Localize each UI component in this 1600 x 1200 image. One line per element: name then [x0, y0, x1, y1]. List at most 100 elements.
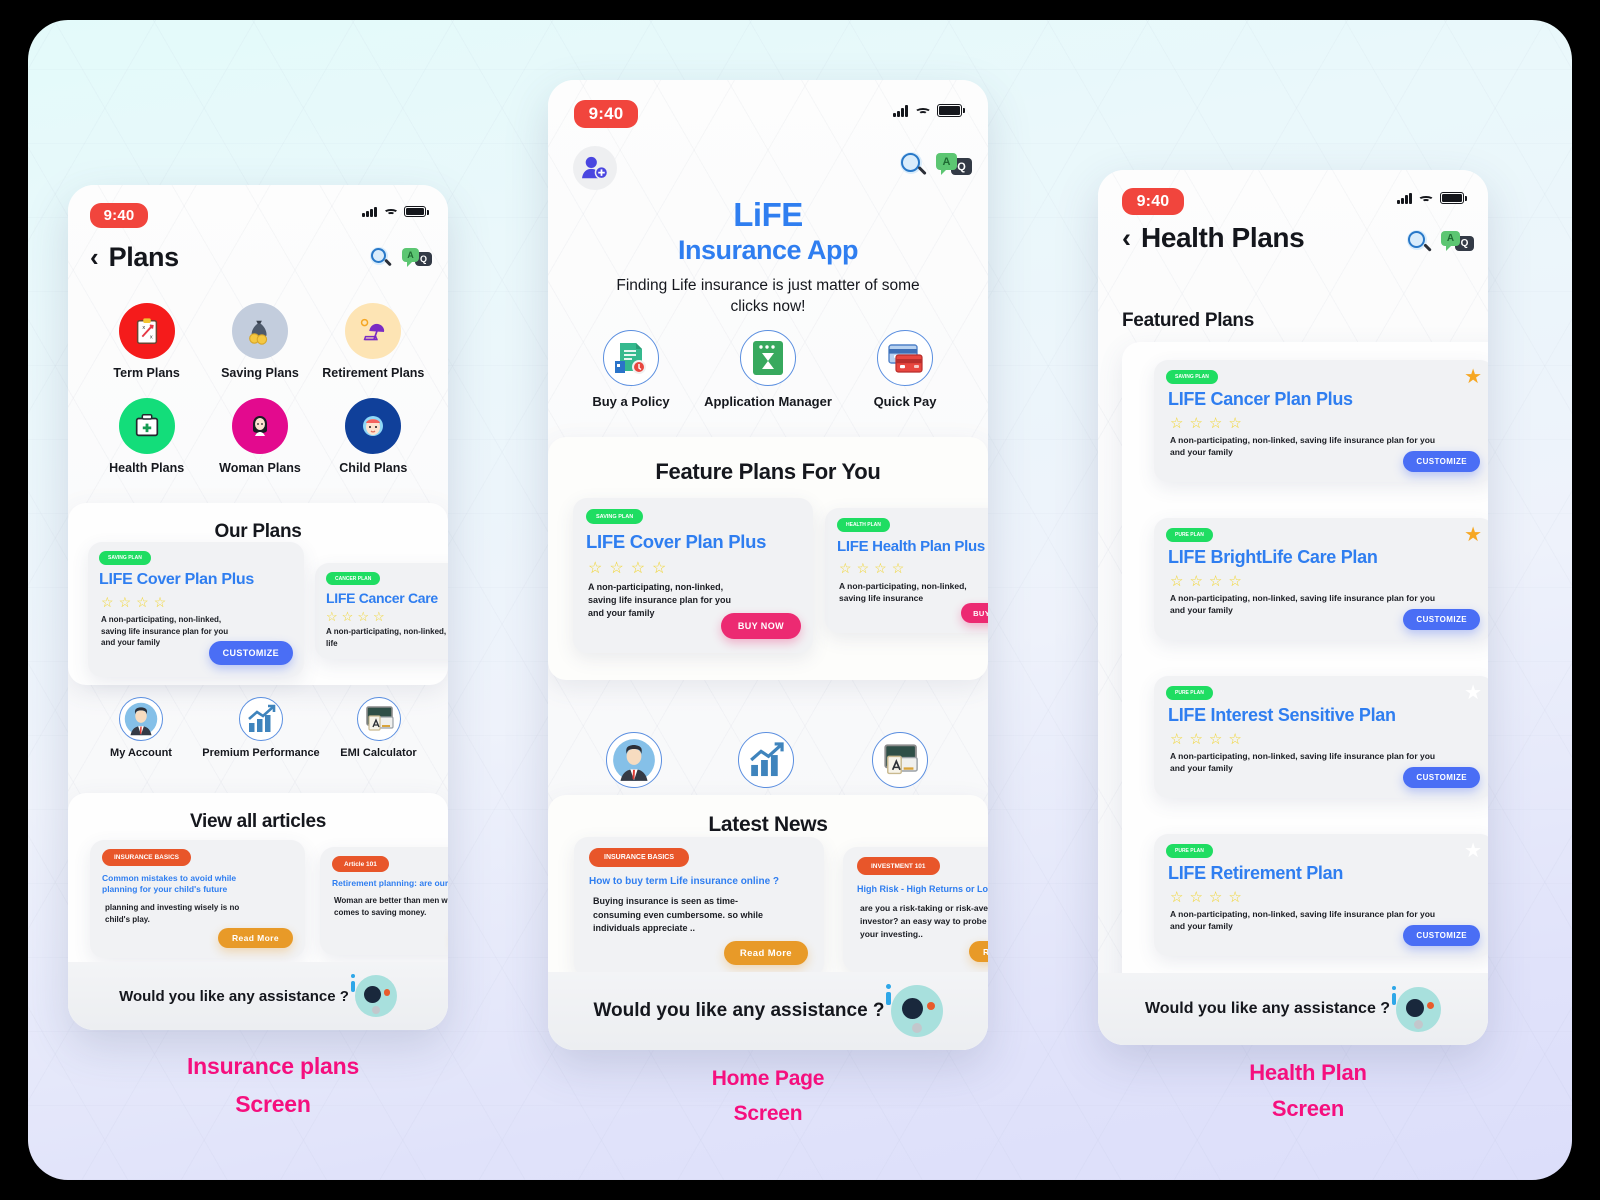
- star-icon: ☆: [891, 560, 905, 576]
- rating-stars: ☆ ☆ ☆ ☆: [101, 594, 166, 611]
- rating-stars: ☆ ☆ ☆ ☆: [1170, 414, 1242, 432]
- quick-actions: My Account Premium Performance EMI Calcu…: [86, 697, 431, 759]
- plan-category-health[interactable]: Health Plans: [90, 398, 203, 475]
- rating-stars: ☆ ☆ ☆ ☆: [1170, 888, 1242, 906]
- chat-translate-icon[interactable]: Q A: [402, 248, 432, 270]
- screen-header: ‹ Plans: [90, 242, 179, 273]
- buy-now-button[interactable]: BUY NOW: [961, 603, 988, 623]
- rating-stars: ☆ ☆ ☆ ☆: [1170, 572, 1242, 590]
- favorite-star-icon[interactable]: ★: [1464, 680, 1482, 705]
- featured-plans-title: Featured Plans: [1122, 310, 1255, 331]
- star-icon: ☆: [118, 594, 132, 610]
- plan-category-child[interactable]: Child Plans: [317, 398, 430, 475]
- phone-health-plan: 9:40 ‹ Health Plans Q A Featured Plans S…: [1098, 170, 1488, 1045]
- read-more-button[interactable]: Read More: [217, 928, 293, 948]
- top-action-buy-policy[interactable]: Buy a Policy: [576, 330, 686, 409]
- back-button[interactable]: ‹: [1122, 223, 1131, 254]
- plan-card-cover-plan-plus[interactable]: SAVING PLAN LIFE Cover Plan Plus ☆ ☆ ☆ ☆…: [88, 542, 304, 677]
- star-icon: ☆: [1170, 889, 1184, 906]
- customize-button[interactable]: CUSTOMIZE: [1403, 767, 1480, 788]
- favorite-star-icon[interactable]: ★: [1464, 364, 1482, 389]
- user-avatar-icon: [606, 732, 662, 788]
- status-time: 9:40: [90, 203, 148, 228]
- customize-button[interactable]: CUSTOMIZE: [208, 641, 293, 665]
- assistance-bar[interactable]: Would you like any assistance ?: [68, 962, 448, 1030]
- search-icon[interactable]: [900, 152, 928, 180]
- favorite-star-icon[interactable]: ★: [1464, 522, 1482, 547]
- plan-category-retirement[interactable]: Retirement Plans: [317, 303, 430, 380]
- news-card-how-to-buy[interactable]: INSURANCE BASICS How to buy term Life in…: [574, 837, 824, 977]
- status-time: 9:40: [1122, 188, 1184, 215]
- wifi-icon: [383, 206, 398, 217]
- caption-line-2: Screen: [733, 1101, 803, 1125]
- customize-button[interactable]: CUSTOMIZE: [1403, 451, 1480, 472]
- health-plan-card-cancer-plan-plus[interactable]: SAVING PLAN ★ LIFE Cancer Plan Plus ☆ ☆ …: [1154, 360, 1488, 482]
- star-icon: ☆: [609, 560, 624, 577]
- plan-category-woman[interactable]: Woman Plans: [203, 398, 316, 475]
- star-icon: ☆: [839, 560, 852, 576]
- article-tag: INSURANCE BASICS: [102, 849, 192, 866]
- add-user-button[interactable]: [573, 146, 617, 190]
- plan-category-grid: xx Term Plans Saving Plans Retirement Pl…: [90, 303, 430, 475]
- health-plan-card-retirement[interactable]: PURE PLAN ★ LIFE Retirement Plan ☆ ☆ ☆ ☆…: [1154, 834, 1488, 956]
- star-icon: ☆: [1189, 415, 1203, 432]
- chat-translate-icon[interactable]: Q A: [936, 153, 972, 179]
- top-actions: Buy a Policy Application Manager Quick P…: [576, 330, 960, 409]
- health-plan-card-interest-sensitive[interactable]: PURE PLAN ★ LIFE Interest Sensitive Plan…: [1154, 676, 1488, 798]
- feature-card-cover-plan-plus[interactable]: SAVING PLAN LIFE Cover Plan Plus ☆ ☆ ☆ ☆…: [573, 498, 813, 653]
- customize-button[interactable]: CUSTOMIZE: [1403, 609, 1480, 630]
- search-icon[interactable]: [370, 247, 394, 271]
- quick-action-emi-calculator[interactable]: EMI Calculator: [326, 697, 431, 759]
- signal-icon: [362, 206, 377, 217]
- battery-icon: [404, 206, 429, 217]
- chat-translate-icon[interactable]: Q A: [1441, 231, 1474, 255]
- article-card-retirement[interactable]: Article 101 Retirement planning: are our…: [320, 847, 448, 955]
- star-icon: ☆: [874, 560, 887, 576]
- star-icon: ☆: [1189, 573, 1203, 590]
- feature-card-health-plan-plus[interactable]: HEALTH PLAN LIFE Health Plan Plus ☆ ☆ ☆ …: [825, 508, 988, 633]
- plan-title: LIFE Health Plan Plus: [837, 538, 985, 555]
- caption-line-1: Insurance plans: [186, 1053, 360, 1079]
- article-headline: Common mistakes to avoid while planning …: [102, 873, 237, 895]
- money-bag-icon: [231, 303, 288, 359]
- assistance-bar[interactable]: Would you like any assistance ?: [1098, 973, 1488, 1045]
- quick-action-label: EMI Calculator: [340, 747, 417, 759]
- assistant-bot-icon[interactable]: [1392, 985, 1442, 1032]
- plan-badge: SAVING PLAN: [1166, 370, 1218, 384]
- quick-action-my-account[interactable]: My Account: [86, 697, 196, 759]
- search-icon[interactable]: [1407, 230, 1433, 256]
- customize-button[interactable]: CUSTOMIZE: [1403, 925, 1480, 946]
- favorite-star-icon[interactable]: ★: [1464, 838, 1482, 863]
- star-icon: ☆: [1208, 889, 1223, 906]
- article-card-common-mistakes[interactable]: INSURANCE BASICS Common mistakes to avoi…: [90, 840, 305, 958]
- star-icon: ☆: [1189, 889, 1203, 906]
- plan-title: LIFE Interest Sensitive Plan: [1168, 705, 1396, 725]
- top-action-application-manager[interactable]: Application Manager: [693, 330, 843, 409]
- read-more-button[interactable]: Read More: [723, 941, 808, 965]
- rating-stars: ☆ ☆ ☆ ☆: [588, 558, 666, 578]
- assistant-bot-icon[interactable]: [885, 984, 943, 1037]
- assistant-bot-icon[interactable]: [350, 974, 397, 1017]
- buy-now-button[interactable]: BUY NOW: [720, 613, 801, 639]
- plan-badge: SAVING PLAN: [99, 551, 151, 565]
- plan-badge: PURE PLAN: [1166, 528, 1213, 542]
- top-action-quick-pay[interactable]: Quick Pay: [850, 330, 960, 409]
- assistance-bar[interactable]: Would you like any assistance ?: [548, 972, 988, 1050]
- news-card-high-risk[interactable]: INVESTMENT 101 High Risk - High Returns …: [843, 847, 988, 972]
- read-more-button[interactable]: Read More: [968, 941, 988, 962]
- assistance-text: Would you like any assistance ?: [119, 987, 349, 1005]
- back-button[interactable]: ‹: [90, 242, 99, 273]
- plan-card-cancer-care[interactable]: CANCER PLAN LIFE Cancer Care ☆ ☆ ☆ ☆ A n…: [315, 563, 448, 659]
- first-aid-kit-icon: [118, 398, 175, 454]
- calculator-board-icon: [871, 732, 928, 788]
- article-tag: Article 101: [332, 856, 389, 872]
- health-plan-card-brightlife-care[interactable]: PURE PLAN ★ LIFE BrightLife Care Plan ☆ …: [1154, 518, 1488, 640]
- signal-icon: [893, 104, 908, 117]
- plan-title: LIFE Retirement Plan: [1168, 863, 1344, 883]
- quick-action-premium-performance[interactable]: Premium Performance: [196, 697, 326, 759]
- star-icon: ☆: [372, 609, 385, 624]
- plan-category-saving[interactable]: Saving Plans: [203, 303, 316, 380]
- plan-category-term[interactable]: xx Term Plans: [90, 303, 203, 380]
- caption-line-2: Screen: [235, 1090, 311, 1117]
- plan-badge: SAVING PLAN: [586, 509, 644, 524]
